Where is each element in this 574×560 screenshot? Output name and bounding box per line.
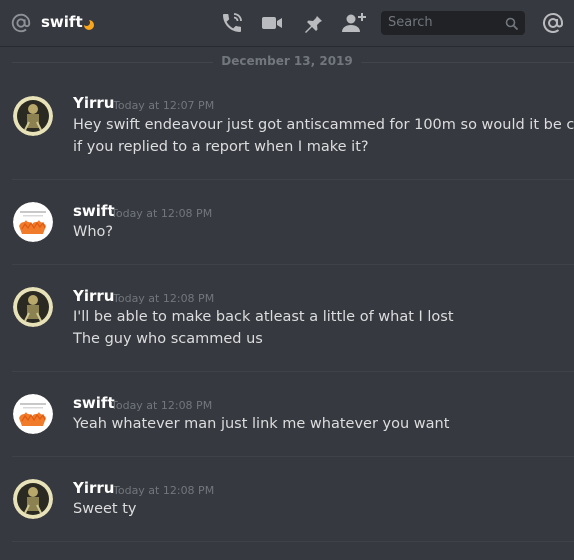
avatar[interactable]	[13, 479, 53, 519]
message-timestamp: Today at 12:08 PM	[113, 292, 215, 305]
message-line: Sweet ty	[73, 501, 137, 517]
search-icon	[505, 16, 519, 31]
channel-header: swift Search	[0, 0, 574, 46]
message-line: Yeah whatever man just link me whatever …	[73, 416, 450, 432]
idle-status-icon	[83, 16, 95, 30]
message-timestamp: Today at 12:07 PM	[113, 99, 215, 112]
message-separator	[12, 371, 574, 372]
date-divider: December 13, 2019	[213, 54, 361, 68]
message-separator	[12, 456, 574, 457]
message-timestamp: Today at 12:08 PM	[111, 207, 213, 220]
message-author[interactable]: Yirru	[73, 479, 114, 497]
message-separator	[12, 179, 574, 180]
search-input[interactable]: Search	[381, 11, 525, 35]
video-icon[interactable]	[260, 11, 284, 35]
message-author[interactable]: swift	[73, 394, 115, 412]
message-author[interactable]: swift	[73, 202, 115, 220]
avatar[interactable]	[13, 287, 53, 327]
channel-name: swift	[41, 13, 83, 31]
add-friend-icon[interactable]	[341, 11, 366, 35]
message-line: Who?	[73, 224, 114, 240]
message-separator	[12, 541, 574, 542]
message-line: if you replied to a report when I make i…	[73, 139, 369, 155]
message-separator	[12, 264, 574, 265]
message-timestamp: Today at 12:08 PM	[111, 399, 213, 412]
message-author[interactable]: Yirru	[73, 287, 114, 305]
call-icon[interactable]	[220, 11, 244, 35]
message-author[interactable]: Yirru	[73, 94, 114, 112]
search-placeholder: Search	[388, 15, 433, 30]
mention-icon[interactable]	[541, 11, 565, 35]
avatar[interactable]	[13, 394, 53, 434]
at-icon	[10, 12, 32, 34]
avatar[interactable]	[13, 96, 53, 136]
message-line: Hey swift endeavour just got antiscammed…	[73, 117, 574, 133]
message-line: The guy who scammed us	[73, 331, 263, 347]
message-line: I'll be able to make back atleast a litt…	[73, 309, 454, 325]
pin-icon[interactable]	[301, 11, 325, 35]
avatar[interactable]	[13, 202, 53, 242]
message-timestamp: Today at 12:08 PM	[113, 484, 215, 497]
